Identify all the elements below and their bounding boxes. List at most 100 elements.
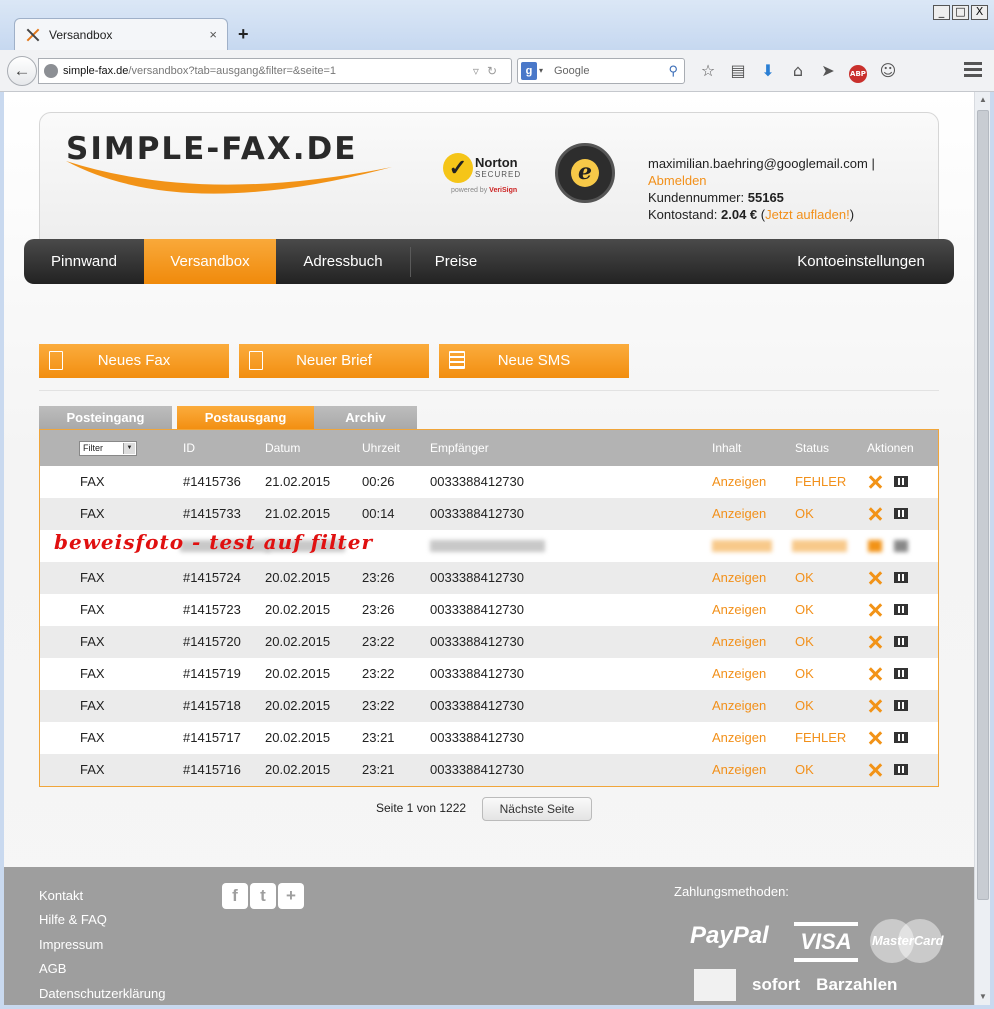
view-content-link[interactable]: Anzeigen <box>712 722 766 754</box>
tab-postausgang[interactable]: Postausgang <box>177 406 314 430</box>
cell-type: FAX <box>80 602 105 617</box>
new-fax-button[interactable]: Neues Fax <box>39 344 229 378</box>
filter-select[interactable]: Filter ▼ <box>79 441 137 456</box>
star-icon[interactable]: ☆ <box>695 58 721 84</box>
maximize-button[interactable]: □ <box>952 5 969 20</box>
nav-item-versandbox[interactable]: Versandbox <box>144 239 276 284</box>
url-bar[interactable]: simple-fax.de/versandbox?tab=ausgang&fil… <box>38 58 512 84</box>
next-page-button[interactable]: Nächste Seite <box>482 797 592 821</box>
nav-item-adressbuch[interactable]: Adressbuch <box>276 239 410 284</box>
nav-item-kontoeinstellungen[interactable]: Kontoeinstellungen <box>776 239 946 284</box>
send-icon[interactable]: ➤ <box>815 58 841 84</box>
redacted-cell <box>894 540 908 552</box>
scrollbar-thumb[interactable] <box>977 110 989 900</box>
trusted-shops-letter: e <box>571 159 599 187</box>
norton-seal[interactable]: ✓ Norton SECURED powered by VeriSign <box>443 149 535 199</box>
menu-icon[interactable] <box>964 62 982 78</box>
footer-link-impressum[interactable]: Impressum <box>39 937 103 952</box>
browser-tab[interactable]: Versandbox × <box>14 18 228 50</box>
adblock-icon[interactable]: ABP <box>845 58 871 84</box>
view-content-link[interactable]: Anzeigen <box>712 466 766 498</box>
nav-item-preise[interactable]: Preise <box>411 239 501 284</box>
view-content-link[interactable]: Anzeigen <box>712 562 766 594</box>
download-icon[interactable]: ⬇ <box>755 58 781 84</box>
view-content-link[interactable]: Anzeigen <box>712 626 766 658</box>
tab-archiv[interactable]: Archiv <box>314 406 417 430</box>
minimize-button[interactable]: _ <box>933 5 950 20</box>
col-status[interactable]: Status <box>795 430 829 466</box>
back-button[interactable]: ← <box>7 56 37 86</box>
col-time[interactable]: Uhrzeit <box>362 430 400 466</box>
new-sms-button[interactable]: Neue SMS <box>439 344 629 378</box>
footer-link-faq[interactable]: Hilfe & FAQ <box>39 912 107 927</box>
view-content-link[interactable]: Anzeigen <box>712 658 766 690</box>
view-content-link[interactable]: Anzeigen <box>712 690 766 722</box>
view-content-link[interactable]: Anzeigen <box>712 498 766 530</box>
fax-machine-icon[interactable] <box>894 700 908 711</box>
search-engine-icon[interactable]: g <box>521 62 537 80</box>
topup-link[interactable]: Jetzt aufladen! <box>765 207 850 222</box>
delete-icon[interactable] <box>868 571 882 585</box>
footer-link-agb[interactable]: AGB <box>39 961 66 976</box>
logout-link[interactable]: Abmelden <box>648 173 707 188</box>
vertical-scrollbar[interactable]: ▲ ▼ <box>974 92 990 1005</box>
cell-id: #1415719 <box>183 666 241 681</box>
col-date[interactable]: Datum <box>265 430 300 466</box>
nav-item-pinnwand[interactable]: Pinnwand <box>24 239 144 284</box>
cell-date: 20.02.2015 <box>265 730 331 745</box>
view-content-link[interactable]: Anzeigen <box>712 594 766 626</box>
chat-icon[interactable]: ☺ <box>875 58 901 84</box>
fax-machine-icon[interactable] <box>894 508 908 519</box>
fax-machine-icon[interactable] <box>894 636 908 647</box>
delete-icon[interactable] <box>868 699 882 713</box>
favicon-icon <box>25 27 41 43</box>
col-recipient[interactable]: Empfänger <box>430 430 489 466</box>
tab-posteingang[interactable]: Posteingang <box>39 406 172 430</box>
chevron-down-icon: ▼ <box>123 443 135 454</box>
fax-machine-icon[interactable] <box>894 732 908 743</box>
reading-list-icon[interactable]: ▤ <box>725 58 751 84</box>
home-icon[interactable]: ⌂ <box>785 58 811 84</box>
fax-machine-icon[interactable] <box>894 572 908 583</box>
tab-close-icon[interactable]: × <box>209 27 217 42</box>
new-sms-label: Neue SMS <box>497 352 571 369</box>
fax-machine-icon[interactable] <box>894 764 908 775</box>
scroll-down-icon[interactable]: ▼ <box>975 989 991 1005</box>
search-engine-dropdown-icon[interactable]: ▾ <box>539 59 543 83</box>
view-content-link[interactable]: Anzeigen <box>712 754 766 786</box>
google-plus-icon[interactable]: + <box>278 883 304 909</box>
new-tab-button[interactable]: + <box>238 24 249 45</box>
footer-link-kontakt[interactable]: Kontakt <box>39 888 83 903</box>
search-icon[interactable]: ⚲ <box>668 59 678 83</box>
col-id[interactable]: ID <box>183 430 195 466</box>
delete-icon[interactable] <box>868 507 882 521</box>
fax-machine-icon[interactable] <box>894 668 908 679</box>
new-letter-button[interactable]: Neuer Brief <box>239 344 429 378</box>
delete-icon[interactable] <box>868 667 882 681</box>
fax-machine-icon[interactable] <box>894 476 908 487</box>
table-row: FAX #1415718 20.02.2015 23:22 0033388412730 A… <box>40 690 938 722</box>
delete-icon[interactable] <box>868 475 882 489</box>
overlay-annotation: beweisfoto - test auf filter <box>54 530 374 554</box>
table-row: FAX #1415736 21.02.2015 00:26 0033388412730 A… <box>40 466 938 498</box>
facebook-icon[interactable]: f <box>222 883 248 909</box>
customer-number-label: Kundennummer: <box>648 190 745 205</box>
delete-icon[interactable] <box>868 603 882 617</box>
reload-icon[interactable]: ▿↻ <box>473 59 505 83</box>
delete-icon[interactable] <box>868 635 882 649</box>
col-actions: Aktionen <box>867 441 914 455</box>
cell-time: 23:26 <box>362 570 395 585</box>
search-input[interactable]: g ▾ Google ⚲ <box>517 58 685 84</box>
redacted-row: beweisfoto - test auf filter <box>40 530 938 562</box>
footer-link-datenschutz[interactable]: Datenschutzerklärung <box>39 986 165 1001</box>
cell-time: 23:21 <box>362 730 395 745</box>
cell-date: 20.02.2015 <box>265 570 331 585</box>
fax-machine-icon[interactable] <box>894 604 908 615</box>
scroll-up-icon[interactable]: ▲ <box>975 92 991 108</box>
trusted-shops-seal[interactable]: e <box>555 143 615 203</box>
delete-icon[interactable] <box>868 731 882 745</box>
search-placeholder: Google <box>554 65 590 77</box>
delete-icon[interactable] <box>868 763 882 777</box>
close-window-button[interactable]: X <box>971 5 988 20</box>
twitter-icon[interactable]: t <box>250 883 276 909</box>
